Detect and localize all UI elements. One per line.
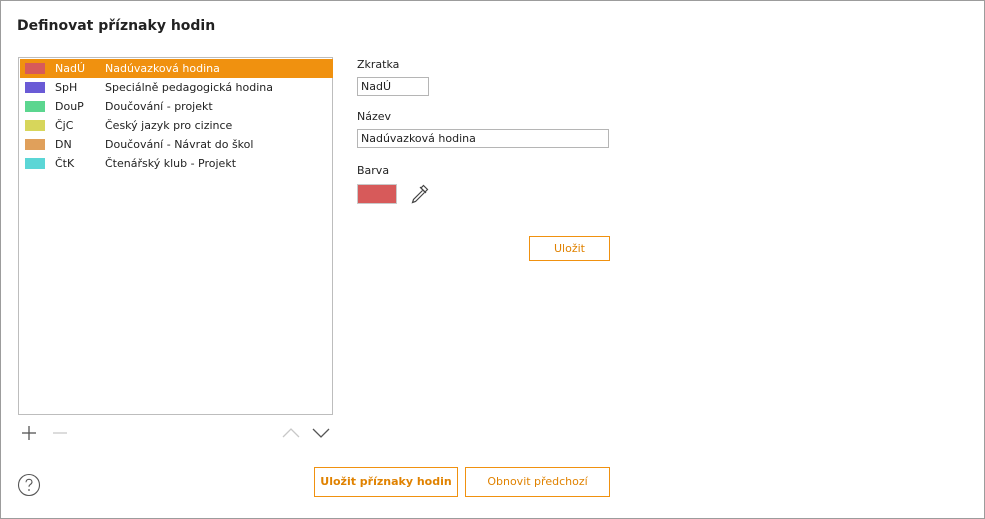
list-item-abbr: ČtK (55, 157, 75, 170)
chevron-down-icon[interactable] (310, 422, 332, 444)
flags-dialog: Definovat příznaky hodin NadÚ Nadúvazkov… (0, 0, 985, 519)
color-swatch (25, 63, 45, 74)
dialog-title: Definovat příznaky hodin (17, 18, 216, 34)
list-item[interactable]: DouP Doučování - projekt (20, 97, 333, 116)
restore-button[interactable]: Obnovit předchozí (465, 467, 610, 497)
list-toolbar (18, 422, 333, 444)
abbr-field[interactable] (357, 77, 429, 96)
help-icon[interactable] (17, 473, 41, 497)
list-item-name: Speciálně pedagogická hodina (105, 81, 274, 94)
color-swatch (25, 101, 45, 112)
list-item[interactable]: SpH Speciálně pedagogická hodina (20, 78, 333, 97)
list-item-name: Čtenářský klub - Projekt (105, 157, 237, 170)
list-item[interactable]: DN Doučování - Návrat do škol (20, 135, 333, 154)
list-item-abbr: NadÚ (55, 62, 86, 75)
eyedropper-icon[interactable] (407, 182, 431, 206)
name-label: Název (357, 110, 392, 123)
minus-icon[interactable] (49, 422, 71, 444)
list-item-name: Doučování - Návrat do škol (105, 138, 254, 151)
color-swatch (25, 120, 45, 131)
color-swatch (25, 139, 45, 150)
plus-icon[interactable] (18, 422, 40, 444)
list-item-abbr: ČjC (55, 119, 74, 132)
list-item-abbr: SpH (55, 81, 78, 94)
save-button[interactable]: Uložit (529, 236, 610, 261)
chevron-up-icon[interactable] (280, 422, 302, 444)
list-item-abbr: DouP (55, 100, 84, 113)
save-flags-button[interactable]: Uložit příznaky hodin (314, 467, 458, 497)
list-item-name: Nadúvazková hodina (105, 62, 220, 75)
color-swatch (25, 158, 45, 169)
color-value-swatch[interactable] (357, 184, 397, 204)
name-field[interactable] (357, 129, 609, 148)
abbr-label: Zkratka (357, 58, 400, 71)
list-item[interactable]: ČjC Český jazyk pro cizince (20, 116, 333, 135)
list-item-name: Český jazyk pro cizince (105, 119, 233, 132)
color-label: Barva (357, 164, 390, 177)
list-item[interactable]: ČtK Čtenářský klub - Projekt (20, 154, 333, 173)
list-item-abbr: DN (55, 138, 72, 151)
color-swatch (25, 82, 45, 93)
list-item[interactable]: NadÚ Nadúvazková hodina (20, 59, 333, 78)
list-item-name: Doučování - projekt (105, 100, 213, 113)
flags-list[interactable]: NadÚ Nadúvazková hodina SpH Speciálně pe… (18, 57, 333, 415)
